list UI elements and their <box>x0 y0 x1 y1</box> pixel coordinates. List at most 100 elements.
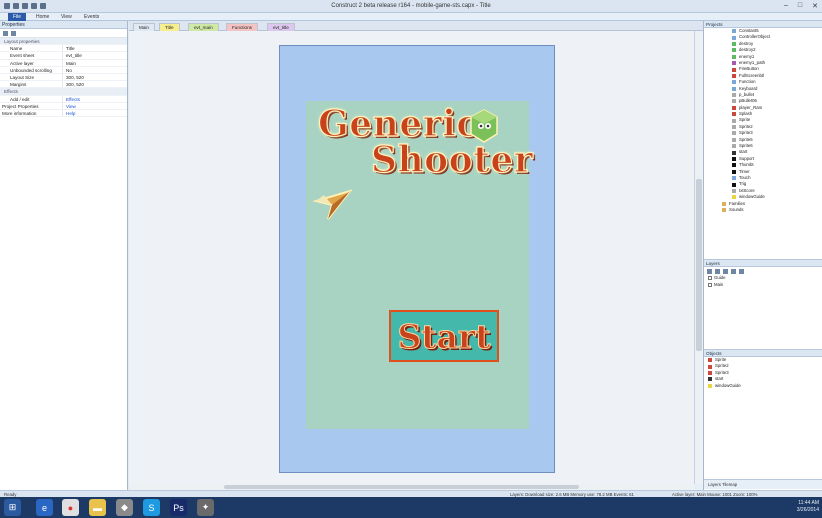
object-type-icon <box>732 61 736 66</box>
project-item[interactable]: Sounds <box>704 207 822 213</box>
property-value[interactable]: 300, 520 <box>62 73 127 81</box>
object-type-icon <box>732 163 736 168</box>
object-icon <box>708 370 712 375</box>
property-value[interactable]: Title <box>62 45 127 52</box>
vertical-scroll-thumb[interactable] <box>696 179 702 351</box>
panel-tabs[interactable]: Layers Tilemap <box>704 479 822 489</box>
project-tree[interactable]: Constant5 ControllerObject destroy destroy2… <box>704 28 822 262</box>
game-title-line2[interactable]: Shooter <box>370 138 533 181</box>
object-type-icon <box>732 131 736 136</box>
layers-panel: Layers Guide Main <box>704 259 822 347</box>
add-layer-icon[interactable] <box>707 268 712 274</box>
layout-area[interactable]: Generic Shooter Start <box>279 45 555 473</box>
object-type-icon <box>732 176 736 181</box>
close-icon[interactable]: ✕ <box>812 2 818 10</box>
editor-tab[interactable]: Functions <box>226 23 258 31</box>
property-value[interactable]: 300, 520 <box>62 81 127 88</box>
object-type-icon <box>732 169 736 174</box>
property-row[interactable]: Event sheet evt_title <box>0 52 127 60</box>
property-row[interactable]: Project Properties View <box>0 102 127 110</box>
object-type-icon <box>732 73 736 78</box>
ie-icon[interactable]: e <box>36 499 53 516</box>
explorer-icon[interactable]: ▬ <box>89 499 106 516</box>
right-panels: Projects Constant5 ControllerObject destro… <box>703 21 822 490</box>
skype-icon[interactable]: S <box>143 499 160 516</box>
object-type-icon <box>722 201 726 206</box>
property-name: Unbounded scrolling <box>10 67 52 73</box>
property-row[interactable]: Unbounded scrolling No <box>0 66 127 74</box>
property-name: Add / edit <box>10 96 30 102</box>
enemy-sprite[interactable] <box>469 109 499 143</box>
delete-layer-icon[interactable] <box>731 268 736 274</box>
grid-icon[interactable] <box>11 30 16 36</box>
layout-canvas[interactable]: Generic Shooter Start <box>129 31 695 484</box>
property-row[interactable]: Active layer Main <box>0 59 127 67</box>
edit-layer-icon[interactable] <box>715 268 720 274</box>
properties-panel: Properties Layout properties Name Title Eve… <box>0 21 128 490</box>
start-button[interactable]: Start <box>389 310 499 362</box>
object-item[interactable]: windowGuide <box>704 383 822 389</box>
properties-header: Properties <box>0 21 127 29</box>
move-layer-icon[interactable] <box>739 268 744 274</box>
horizontal-scroll-thumb[interactable] <box>224 485 579 489</box>
objects-panel: Objects Sprite Sprite2 Sprite3 start windowG… <box>704 349 822 469</box>
property-row[interactable]: More information Help <box>0 109 127 118</box>
object-type-icon <box>732 144 736 149</box>
property-name: Name <box>10 46 23 52</box>
object-type-icon <box>732 86 736 91</box>
object-type-icon <box>732 150 736 155</box>
player-ship-sprite[interactable] <box>312 189 352 223</box>
projects-header: Projects <box>704 21 822 28</box>
layer-visible-checkbox[interactable] <box>708 276 712 281</box>
property-value[interactable]: No <box>62 66 127 73</box>
tab-file[interactable]: File <box>8 13 27 21</box>
editor-tab[interactable]: evt_title <box>267 23 295 31</box>
property-value[interactable]: Main <box>62 59 127 66</box>
maximize-icon[interactable]: □ <box>798 2 802 10</box>
layer-visible-checkbox[interactable] <box>708 282 712 287</box>
property-name: Margins <box>10 82 27 88</box>
property-row[interactable]: Add / edit Effects <box>0 95 127 103</box>
editor-tab[interactable]: evt_main <box>188 23 219 31</box>
project-item-label: Sounds <box>729 206 744 212</box>
editor-tab[interactable]: Main <box>133 23 155 31</box>
objects-header: Objects <box>704 350 822 357</box>
tab-home[interactable]: Home <box>36 14 49 20</box>
photoshop-icon[interactable]: Ps <box>170 499 187 516</box>
object-type-icon <box>732 41 736 46</box>
construct-icon[interactable]: ✦ <box>197 499 214 516</box>
object-icon <box>708 358 712 363</box>
layer-label: Main <box>714 281 724 287</box>
object-type-icon <box>732 80 736 85</box>
object-type-icon <box>732 188 736 193</box>
object-type-icon <box>732 157 736 161</box>
tray-date: 3/26/2014 <box>796 507 819 513</box>
editor-tab[interactable]: Title <box>159 23 180 31</box>
property-name: Event sheet <box>10 53 35 59</box>
start-button-label: Start <box>397 316 491 356</box>
property-value[interactable]: evt_title <box>62 52 127 59</box>
tab-view[interactable]: View <box>61 14 72 20</box>
start-icon[interactable]: ⊞ <box>4 499 21 516</box>
lock-layer-icon[interactable] <box>723 268 728 274</box>
layers-toolbar <box>704 267 822 275</box>
window-guide[interactable]: Generic Shooter Start <box>306 101 533 429</box>
property-link[interactable]: Help <box>62 109 127 117</box>
layer-item[interactable]: Main <box>704 282 822 289</box>
sort-icon[interactable] <box>3 30 8 36</box>
chrome-icon[interactable]: ● <box>62 499 79 516</box>
property-row[interactable]: Name Title <box>0 45 127 53</box>
object-label: windowGuide <box>715 382 741 388</box>
minimize-icon[interactable]: – <box>784 2 788 10</box>
app-icon[interactable]: ◆ <box>116 499 133 516</box>
properties-toolbar <box>0 29 127 38</box>
tab-events[interactable]: Events <box>84 14 99 20</box>
object-type-icon <box>732 118 736 123</box>
layers-header: Layers <box>704 260 822 267</box>
property-link[interactable]: View <box>62 102 127 109</box>
property-row[interactable]: Margins 300, 520 <box>0 81 127 89</box>
tray-time: 11:44 AM <box>798 500 819 506</box>
object-type-icon <box>732 99 736 104</box>
property-row[interactable]: Layout Size 300, 520 <box>0 73 127 82</box>
property-link[interactable]: Effects <box>62 95 127 102</box>
